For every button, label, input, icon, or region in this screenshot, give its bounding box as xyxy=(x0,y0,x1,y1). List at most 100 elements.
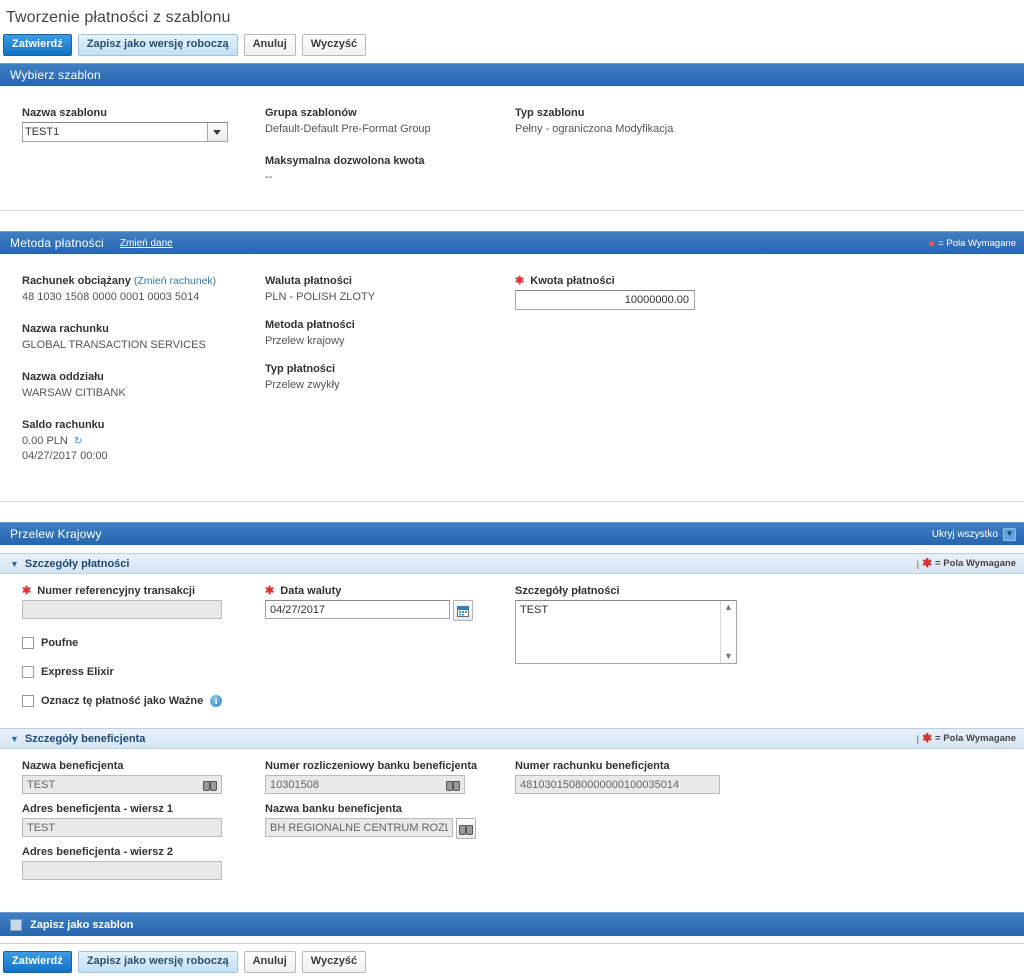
payment-details-textarea-wrap: TEST ▲ ▼ xyxy=(515,600,737,664)
select-template-body: Nazwa szablonu TEST1 Grupa szablonów Def… xyxy=(0,86,1024,211)
max-amount-label: Maksymalna dozwolona kwota xyxy=(265,155,425,167)
account-balance-field: Saldo rachunku 0.00 PLN ↻ 04/27/2017 00:… xyxy=(22,418,265,463)
bank-code-label: Numer rozliczeniowy banku beneficjenta xyxy=(265,760,478,772)
max-amount-value: -- xyxy=(265,171,273,183)
amount-input[interactable] xyxy=(515,290,695,310)
lookup-icon[interactable] xyxy=(456,818,476,839)
clear-button-bottom[interactable]: Wyczyść xyxy=(301,951,367,973)
scroll-down-icon[interactable]: ▼ xyxy=(724,652,733,661)
info-icon[interactable]: i xyxy=(210,695,223,707)
express-elixir-label: Express Elixir xyxy=(41,666,114,678)
chevron-collapse-icon[interactable]: ▼ xyxy=(10,734,19,744)
payment-details-text-field: Szczegóły płatności TEST ▲ ▼ xyxy=(515,584,845,664)
template-type-label: Typ szablonu xyxy=(515,107,585,119)
pre-footer-gap xyxy=(0,904,1024,912)
account-balance-value-row: 0.00 PLN ↻ xyxy=(22,434,265,449)
save-as-template-bar[interactable]: Zapisz jako szablon xyxy=(0,912,1024,936)
template-group-value: Default-Default Pre-Format Group xyxy=(265,123,431,135)
refresh-icon[interactable]: ↻ xyxy=(74,436,82,447)
beneficiary-address2-label: Adres beneficjenta - wiersz 2 xyxy=(22,846,173,858)
debit-account-label: Rachunek obciążany xyxy=(22,275,131,287)
payment-method-title: Metoda płatności xyxy=(10,236,104,250)
bank-name-field: Nazwa banku beneficjenta xyxy=(265,802,515,839)
payment-details-text-column: Szczegóły płatności TEST ▲ ▼ xyxy=(515,584,845,724)
bank-name-input[interactable] xyxy=(265,818,453,837)
calendar-icon[interactable] xyxy=(453,600,473,621)
beneficiary-account-label: Numer rachunku beneficjenta xyxy=(515,760,670,772)
branch-name-value: WARSAW CITIBANK xyxy=(22,387,126,399)
beneficiary-bank-column: Numer rozliczeniowy banku beneficjenta N… xyxy=(265,759,515,888)
payment-details-textarea[interactable]: TEST xyxy=(516,601,721,663)
page-title: Tworzenie płatności z szablonu xyxy=(6,9,231,26)
beneficiary-account-input[interactable] xyxy=(515,775,720,794)
currency-value: PLN - POLISH ZLOTY xyxy=(265,291,376,303)
submit-button-bottom[interactable]: Zatwierdź xyxy=(3,951,72,973)
lookup-icon[interactable] xyxy=(445,776,461,793)
required-bar-icon: | xyxy=(916,558,920,569)
clear-button-top[interactable]: Wyczyść xyxy=(301,34,367,56)
required-star-icon: ✱ xyxy=(265,585,275,597)
binoculars-icon xyxy=(446,780,460,791)
binoculars-icon xyxy=(459,824,473,835)
save-as-template-checkbox[interactable] xyxy=(10,918,22,931)
template-name-field: Nazwa szablonu TEST1 xyxy=(22,106,265,142)
submit-button-top[interactable]: Zatwierdź xyxy=(3,34,72,56)
max-amount-field: Maksymalna dozwolona kwota -- xyxy=(265,154,515,184)
beneficiary-address1-input[interactable] xyxy=(22,818,222,837)
payment-details-required-note: | ✱ = Pola Wymagane xyxy=(916,557,1016,569)
template-type-field: Typ szablonu Pełny - ograniczona Modyfik… xyxy=(515,106,845,136)
account-name-value: GLOBAL TRANSACTION SERVICES xyxy=(22,339,206,351)
amount-column: ✱ Kwota płatności xyxy=(515,274,845,477)
domestic-transfer-header: Przelew Krajowy Ukryj wszystko ▼ xyxy=(0,522,1024,545)
required-star-icon: ✱ xyxy=(515,275,525,287)
textarea-scrollbar[interactable]: ▲ ▼ xyxy=(720,601,736,663)
debit-account-field: Rachunek obciążany (Zmień rachunek) 48 1… xyxy=(22,274,265,304)
hide-all-toggle[interactable]: Ukryj wszystko ▼ xyxy=(932,527,1016,541)
confidential-checkbox-row[interactable]: Poufne xyxy=(22,637,265,649)
scroll-up-icon[interactable]: ▲ xyxy=(724,603,733,612)
beneficiary-name-input[interactable] xyxy=(22,775,222,794)
payment-details-text-label: Szczegóły płatności xyxy=(515,585,620,597)
mark-important-checkbox[interactable] xyxy=(22,695,34,707)
reference-field: ✱ Numer referencyjny transakcji xyxy=(22,584,265,619)
beneficiary-address2-input[interactable] xyxy=(22,861,222,880)
required-bar-icon: | xyxy=(916,733,920,744)
value-date-label-row: ✱ Data waluty xyxy=(265,584,515,598)
template-name-select[interactable]: TEST1 xyxy=(22,122,228,142)
beneficiary-address1-label: Adres beneficjenta - wiersz 1 xyxy=(22,803,173,815)
bank-code-field: Numer rozliczeniowy banku beneficjenta xyxy=(265,759,515,794)
reference-column: ✱ Numer referencyjny transakcji Poufne E… xyxy=(0,584,265,724)
mark-important-checkbox-row[interactable]: Oznacz tę płatność jako Ważne i xyxy=(22,695,265,707)
payment-details-columns: ✱ Numer referencyjny transakcji Poufne E… xyxy=(0,582,1024,724)
cancel-button-bottom[interactable]: Anuluj xyxy=(243,951,296,973)
save-draft-button-top[interactable]: Zapisz jako wersję roboczą xyxy=(77,34,238,56)
value-date-input[interactable] xyxy=(265,600,450,619)
beneficiary-columns: Nazwa beneficjenta Adres beneficjenta - … xyxy=(0,757,1024,888)
save-draft-button-bottom[interactable]: Zapisz jako wersję roboczą xyxy=(77,951,238,973)
currency-label: Waluta płatności xyxy=(265,275,352,287)
debit-account-column: Rachunek obciążany (Zmień rachunek) 48 1… xyxy=(0,274,265,477)
template-group-label: Grupa szablonów xyxy=(265,107,357,119)
beneficiary-name-input-row xyxy=(22,775,222,794)
reference-input[interactable] xyxy=(22,600,222,619)
express-elixir-checkbox[interactable] xyxy=(22,666,34,678)
template-group-column: Grupa szablonów Default-Default Pre-Form… xyxy=(265,106,515,198)
lookup-icon[interactable] xyxy=(202,776,218,793)
confidential-checkbox[interactable] xyxy=(22,637,34,649)
payment-details-subheader: ▼ Szczegóły płatności | ✱ = Pola Wymagan… xyxy=(0,553,1024,574)
method-value: Przelew krajowy xyxy=(265,335,345,347)
template-name-select-wrap: TEST1 xyxy=(22,122,228,142)
reference-label: Numer referencyjny transakcji xyxy=(37,585,196,597)
change-data-link[interactable]: Zmień dane xyxy=(120,238,173,249)
required-star-icon: ✱ xyxy=(922,731,933,745)
beneficiary-required-text: = Pola Wymagane xyxy=(935,733,1016,744)
chevron-down-icon[interactable]: ▼ xyxy=(1003,527,1016,541)
change-account-link[interactable]: (Zmień rachunek) xyxy=(134,275,216,287)
chevron-collapse-icon[interactable]: ▼ xyxy=(10,559,19,569)
account-balance-label: Saldo rachunku xyxy=(22,419,105,431)
value-date-field: ✱ Data waluty xyxy=(265,584,515,621)
template-columns: Nazwa szablonu TEST1 Grupa szablonów Def… xyxy=(0,96,1024,198)
bank-code-input[interactable] xyxy=(265,775,465,794)
cancel-button-top[interactable]: Anuluj xyxy=(243,34,296,56)
express-elixir-checkbox-row[interactable]: Express Elixir xyxy=(22,666,265,678)
